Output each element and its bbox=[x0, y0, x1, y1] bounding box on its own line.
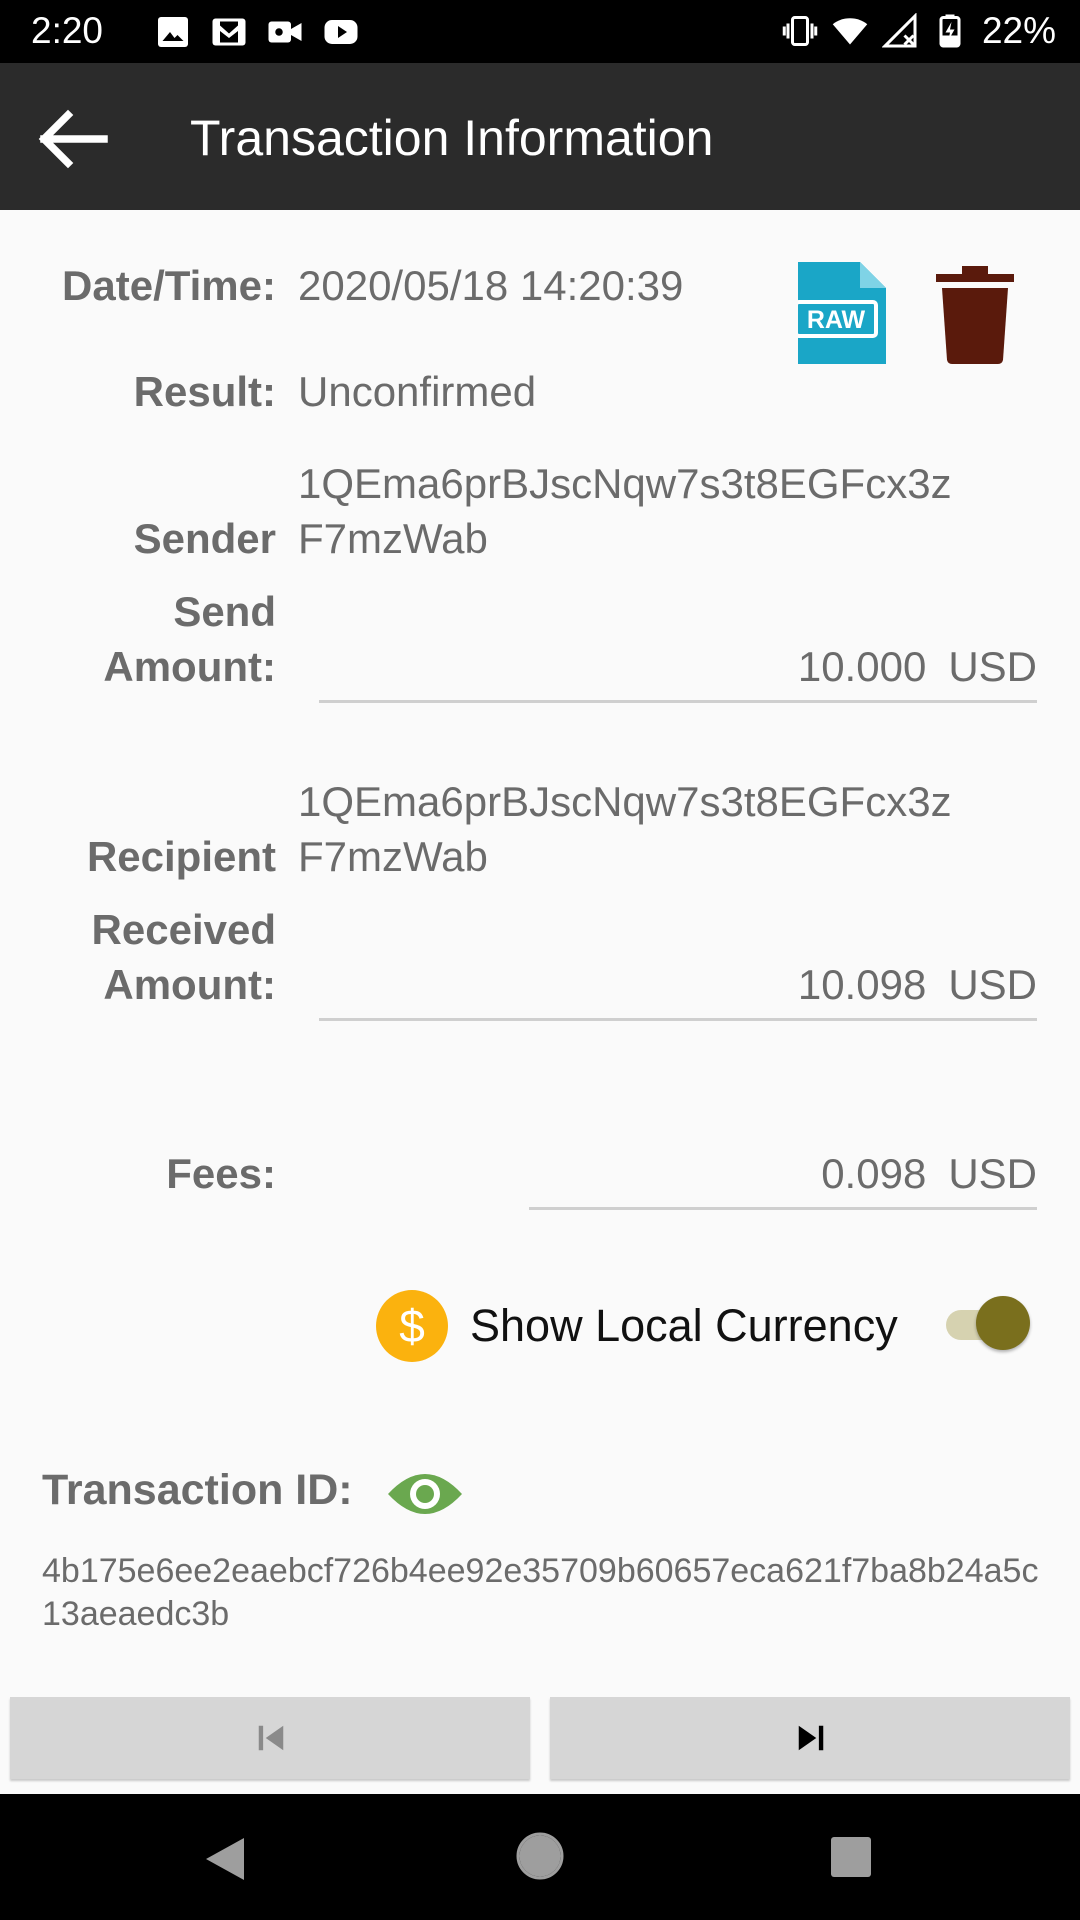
received-amount-currency: USD bbox=[948, 961, 1037, 1008]
fees-field[interactable]: 0.098 USD bbox=[529, 1146, 1037, 1210]
raw-file-icon[interactable]: RAW bbox=[798, 262, 886, 364]
page-title: Transaction Information bbox=[190, 110, 714, 166]
sender-address-line1: 1QEma6prBJscNqw7s3t8EGFcx3z bbox=[298, 460, 952, 507]
battery-charging-icon bbox=[939, 14, 961, 48]
dollar-coin-icon: $ bbox=[376, 1290, 448, 1362]
youtube-icon bbox=[324, 20, 358, 44]
status-time: 2:20 bbox=[31, 10, 104, 51]
vibrate-icon bbox=[782, 16, 818, 46]
recipient-address-line2: F7mzWab bbox=[298, 833, 488, 880]
fees-value: 0.098 bbox=[821, 1150, 927, 1197]
received-amount-field[interactable]: 10.098 USD bbox=[319, 957, 1037, 1021]
status-icons-left bbox=[155, 14, 359, 50]
system-navigation-bar bbox=[0, 1794, 1080, 1920]
fees-label: Fees: bbox=[166, 1150, 276, 1197]
svg-text:$: $ bbox=[399, 1300, 425, 1352]
transaction-id-label: Transaction ID: bbox=[42, 1466, 353, 1514]
image-icon bbox=[158, 17, 188, 47]
send-amount-currency: USD bbox=[948, 643, 1037, 690]
status-icons-right: 22% bbox=[782, 10, 1056, 52]
eye-icon[interactable] bbox=[386, 1466, 464, 1522]
send-amount-label-line2: Amount: bbox=[103, 643, 276, 690]
app-bar: Transaction Information bbox=[0, 63, 1080, 210]
received-amount-value: 10.098 bbox=[797, 961, 927, 1008]
local-currency-row: $ Show Local Currency bbox=[376, 1288, 898, 1364]
datetime-label: Date/Time: bbox=[62, 262, 276, 309]
sender-address-line2: F7mzWab bbox=[298, 515, 488, 562]
wifi-icon bbox=[832, 18, 868, 45]
fees-currency: USD bbox=[948, 1150, 1037, 1197]
recipient-address-line1: 1QEma6prBJscNqw7s3t8EGFcx3z bbox=[298, 778, 952, 825]
nav-home-icon[interactable] bbox=[516, 1832, 564, 1880]
next-transaction-button[interactable] bbox=[550, 1697, 1070, 1779]
skip-next-icon bbox=[798, 1725, 824, 1751]
battery-percent: 22% bbox=[981, 10, 1056, 51]
send-amount-label-line1: Send bbox=[173, 588, 276, 635]
send-amount-value: 10.000 bbox=[797, 643, 927, 690]
received-amount-label-line1: Received bbox=[91, 906, 276, 953]
nav-recents-icon[interactable] bbox=[830, 1836, 872, 1878]
result-label: Result: bbox=[133, 368, 276, 415]
sender-label: Sender bbox=[133, 515, 276, 562]
local-currency-toggle[interactable] bbox=[944, 1296, 1030, 1352]
received-amount-label-line2: Amount: bbox=[103, 961, 276, 1008]
toggle-thumb bbox=[976, 1296, 1030, 1350]
local-currency-label: Show Local Currency bbox=[470, 1300, 898, 1351]
gmail-icon bbox=[212, 18, 246, 46]
back-arrow-icon[interactable] bbox=[38, 109, 110, 169]
recipient-label: Recipient bbox=[86, 833, 276, 880]
send-amount-field[interactable]: 10.000 USD bbox=[319, 639, 1037, 703]
nav-back-icon[interactable] bbox=[204, 1836, 246, 1882]
skip-previous-icon bbox=[258, 1725, 284, 1751]
status-bar: 2:20 22% bbox=[0, 0, 1080, 63]
result-value: Unconfirmed bbox=[298, 368, 537, 415]
svg-text:RAW: RAW bbox=[807, 306, 866, 334]
video-camera-icon bbox=[268, 21, 302, 43]
delete-trash-icon[interactable] bbox=[936, 266, 1014, 364]
datetime-value: 2020/05/18 14:20:39 bbox=[298, 262, 684, 309]
transaction-id-value: 4b175e6ee2eaebcf726b4ee92e35709b60657eca… bbox=[42, 1552, 1039, 1633]
previous-transaction-button[interactable] bbox=[10, 1697, 530, 1779]
signal-icon bbox=[881, 13, 917, 48]
